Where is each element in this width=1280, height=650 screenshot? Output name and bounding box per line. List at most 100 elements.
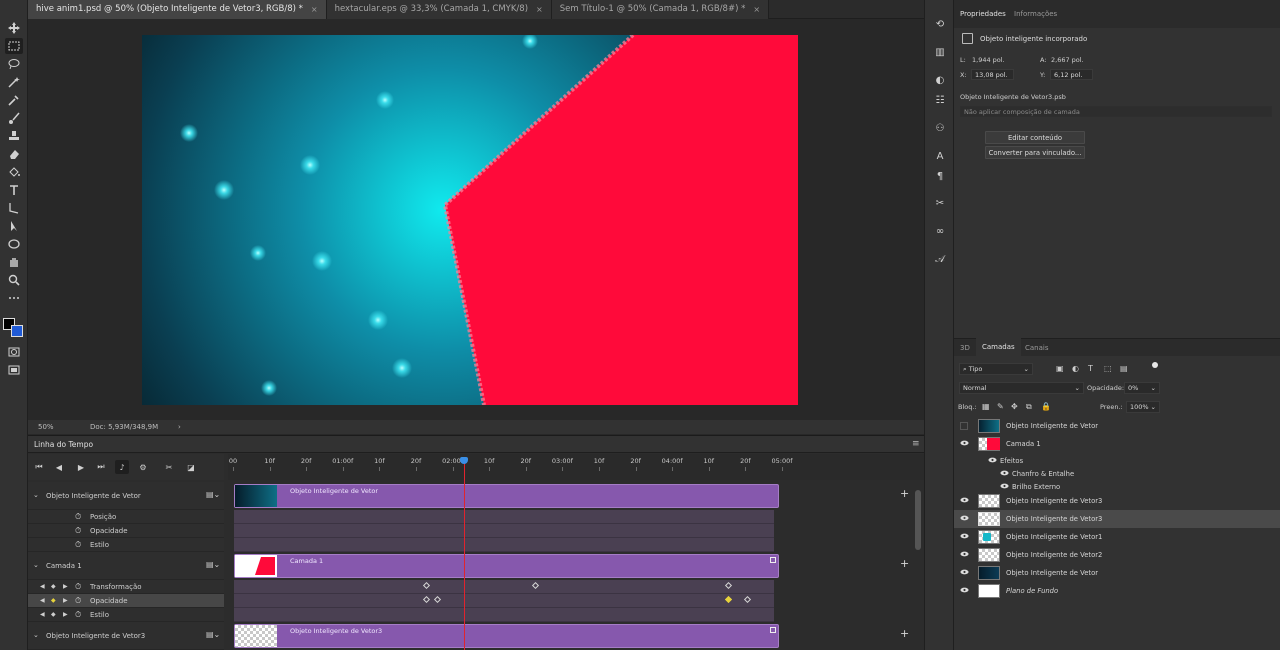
eye-icon[interactable] <box>1000 470 1009 476</box>
opacity-field[interactable]: 0% ⌄ <box>1124 382 1160 394</box>
property-track[interactable] <box>234 580 774 594</box>
timeline-track-header[interactable]: ⌄ Objeto Inteligente de Vetor3 ▤⌄ <box>28 622 224 650</box>
prev-keyframe-icon[interactable]: ◀ <box>40 611 45 618</box>
lock-all-icon[interactable]: 🔒 <box>1041 402 1051 411</box>
tab-layers[interactable]: Camadas <box>976 338 1021 356</box>
track-property-row[interactable]: ◀ ◆ ▶ ⏱ Estilo <box>28 608 224 622</box>
document-tab-untitled[interactable]: Sem Título-1 @ 50% (Camada 1, RGB/8#) * × <box>551 0 770 19</box>
timeline-clip[interactable]: Objeto Inteligente de Vetor3 <box>234 624 779 648</box>
previous-frame-icon[interactable]: ◀ <box>52 460 66 474</box>
stopwatch-icon[interactable]: ⏱ <box>75 540 81 550</box>
film-strip-icon[interactable]: ▤⌄ <box>206 630 220 639</box>
track-property-row[interactable]: ⏱ Estilo <box>28 538 224 552</box>
move-tool-icon[interactable] <box>5 20 23 36</box>
screen-mode-icon[interactable] <box>5 362 23 378</box>
track-property-row[interactable]: ⏱ Opacidade <box>28 524 224 538</box>
paint-bucket-tool-icon[interactable] <box>5 164 23 180</box>
lock-artboard-icon[interactable]: ⧉ <box>1026 402 1032 412</box>
track-property-row[interactable]: ⏱ Posição <box>28 510 224 524</box>
timeline-track-header[interactable]: ⌄ Objeto Inteligente de Vetor ▤⌄ <box>28 482 224 510</box>
background-color-swatch[interactable] <box>11 325 23 337</box>
stopwatch-icon[interactable]: ⏱ <box>75 596 81 606</box>
libraries-icon[interactable]: ⚇ <box>933 121 947 135</box>
play-icon[interactable]: ▶ <box>74 460 88 474</box>
timeline-scrollbar[interactable] <box>915 490 921 550</box>
property-track[interactable] <box>234 538 774 552</box>
status-menu-arrow[interactable]: › <box>178 420 181 434</box>
add-keyframe-icon[interactable]: ◆ <box>51 583 56 590</box>
filter-adjustment-icon[interactable]: ◐ <box>1072 364 1079 373</box>
chevron-down-icon[interactable]: ⌄ <box>33 491 39 499</box>
film-strip-icon[interactable]: ▤⌄ <box>206 560 220 569</box>
time-ruler[interactable]: 00 10f 20f 01:00f 10f 20f 02:00f 10f 20f 03:00f 10… <box>228 454 924 480</box>
chevron-down-icon[interactable]: ⌄ <box>33 561 39 569</box>
eye-icon[interactable] <box>960 515 969 521</box>
property-track[interactable] <box>234 510 774 524</box>
document-tab-hextacular[interactable]: hextacular.eps @ 33,3% (Camada 1, CMYK/8… <box>326 0 552 19</box>
canvas-area[interactable] <box>28 20 924 420</box>
document-tab-hive[interactable]: hive anim1.psd @ 50% (Objeto Inteligente… <box>28 0 327 19</box>
layer-row[interactable]: Objeto Inteligente de Vetor <box>954 564 1280 582</box>
brush-tool-icon[interactable] <box>5 110 23 126</box>
layer-filter-select[interactable]: ⌕ Tipo ⌄ <box>959 363 1033 375</box>
filter-type-icon[interactable]: T <box>1088 364 1093 373</box>
tab-3d[interactable]: 3D <box>960 344 970 352</box>
adjustments-icon[interactable]: ☷ <box>933 93 947 107</box>
stopwatch-icon[interactable]: ⏱ <box>75 526 81 536</box>
timeline-clip[interactable]: Objeto Inteligente de Vetor <box>234 484 779 508</box>
close-icon[interactable]: × <box>536 0 543 19</box>
more-tools-icon[interactable] <box>5 290 23 306</box>
next-keyframe-icon[interactable]: ▶ <box>63 597 68 604</box>
paragraph-icon[interactable]: ¶ <box>933 169 947 183</box>
clip-end-icon[interactable] <box>770 557 776 563</box>
eye-icon[interactable] <box>960 497 969 503</box>
eye-icon[interactable] <box>960 587 969 593</box>
add-media-button[interactable]: + <box>900 487 909 500</box>
glyphs-icon[interactable]: 𝒜 <box>933 252 947 266</box>
shape-tool-icon[interactable] <box>5 236 23 252</box>
lasso-tool-icon[interactable] <box>5 56 23 72</box>
panel-menu-icon[interactable]: ≡ <box>912 439 920 449</box>
lock-transparent-icon[interactable]: ▦ <box>982 402 990 411</box>
eye-icon[interactable] <box>960 533 969 539</box>
filter-shape-icon[interactable]: ⬚ <box>1104 364 1112 373</box>
document-canvas[interactable] <box>142 35 798 405</box>
pen-tool-icon[interactable] <box>5 200 23 216</box>
eyedropper-tool-icon[interactable] <box>5 92 23 108</box>
layer-row[interactable]: Objeto Inteligente de Vetor1 <box>954 528 1280 546</box>
path-selection-tool-icon[interactable] <box>5 218 23 234</box>
zoom-tool-icon[interactable] <box>5 272 23 288</box>
y-position-field[interactable]: 6,12 pol. <box>1050 69 1093 80</box>
creative-cloud-icon[interactable]: ∞ <box>933 224 947 238</box>
marquee-tool-icon[interactable] <box>5 38 23 54</box>
next-keyframe-icon[interactable]: ▶ <box>63 583 68 590</box>
convert-to-linked-button[interactable]: Converter para vinculado... <box>985 146 1085 159</box>
eye-icon[interactable] <box>1000 483 1009 489</box>
add-keyframe-icon[interactable]: ◆ <box>51 611 56 618</box>
timeline-track-header[interactable]: ⌄ Camada 1 ▤⌄ <box>28 552 224 580</box>
lock-position-icon[interactable]: ✥ <box>1011 402 1018 411</box>
layer-row[interactable]: Objeto Inteligente de Vetor3 <box>954 492 1280 510</box>
edit-contents-button[interactable]: Editar conteúdo <box>985 131 1085 144</box>
eraser-tool-icon[interactable] <box>5 146 23 162</box>
tool-presets-icon[interactable]: ✂ <box>933 196 947 210</box>
histogram-icon[interactable]: ▥ <box>933 45 947 59</box>
quick-mask-icon[interactable] <box>5 344 23 360</box>
tab-info[interactable]: Informações <box>1014 10 1057 18</box>
hand-tool-icon[interactable] <box>5 254 23 270</box>
layer-row-selected[interactable]: Objeto Inteligente de Vetor3 <box>954 510 1280 528</box>
lock-pixels-icon[interactable]: ✎ <box>997 402 1004 411</box>
filter-toggle-icon[interactable] <box>1152 362 1158 368</box>
eye-icon[interactable] <box>960 569 969 575</box>
filter-pixel-icon[interactable]: ▣ <box>1056 364 1064 373</box>
history-icon[interactable]: ⟲ <box>933 17 947 31</box>
type-tool-icon[interactable] <box>5 182 23 198</box>
clip-end-icon[interactable] <box>770 627 776 633</box>
first-frame-icon[interactable]: ⏮ <box>32 460 46 474</box>
x-position-field[interactable]: 13,08 pol. <box>971 69 1014 80</box>
stamp-tool-icon[interactable] <box>5 128 23 144</box>
film-strip-icon[interactable]: ▤⌄ <box>206 490 220 499</box>
split-scissors-icon[interactable]: ✂ <box>162 460 176 474</box>
timeline-clip[interactable]: Camada 1 <box>234 554 779 578</box>
property-track[interactable] <box>234 524 774 538</box>
